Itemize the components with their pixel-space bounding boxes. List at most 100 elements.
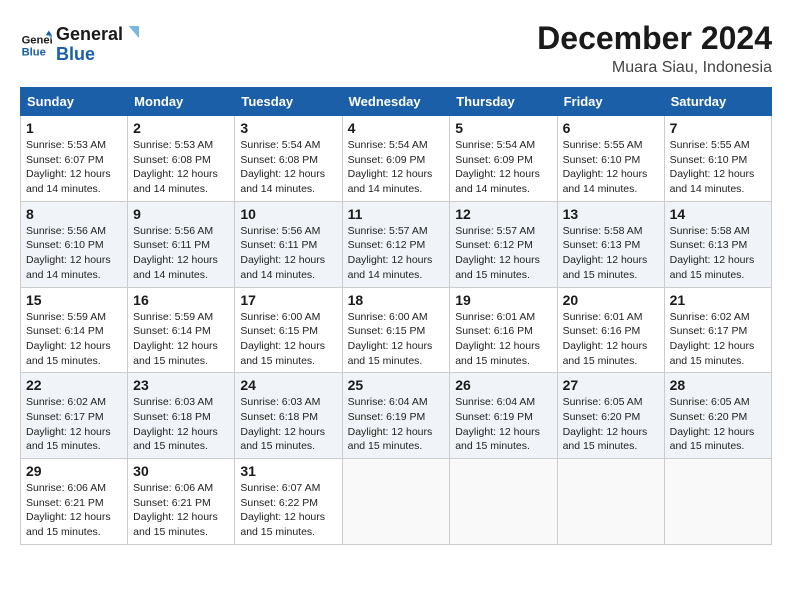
calendar-header-sunday: Sunday — [21, 88, 128, 116]
logo-icon: General Blue — [20, 29, 52, 61]
calendar-cell: 20 Sunrise: 6:01 AM Sunset: 6:16 PM Dayl… — [557, 287, 664, 373]
day-info: Sunrise: 5:57 AM Sunset: 6:12 PM Dayligh… — [348, 224, 445, 283]
day-info: Sunrise: 6:00 AM Sunset: 6:15 PM Dayligh… — [348, 310, 445, 369]
calendar-week-row: 1 Sunrise: 5:53 AM Sunset: 6:07 PM Dayli… — [21, 116, 772, 202]
calendar-cell: 10 Sunrise: 5:56 AM Sunset: 6:11 PM Dayl… — [235, 201, 342, 287]
day-number: 31 — [240, 463, 336, 479]
calendar-cell: 15 Sunrise: 5:59 AM Sunset: 6:14 PM Dayl… — [21, 287, 128, 373]
calendar-cell — [664, 459, 771, 545]
day-info: Sunrise: 6:02 AM Sunset: 6:17 PM Dayligh… — [670, 310, 766, 369]
title-area: December 2024 Muara Siau, Indonesia — [537, 20, 772, 77]
day-info: Sunrise: 6:04 AM Sunset: 6:19 PM Dayligh… — [455, 395, 551, 454]
day-info: Sunrise: 5:56 AM Sunset: 6:11 PM Dayligh… — [240, 224, 336, 283]
day-info: Sunrise: 5:54 AM Sunset: 6:09 PM Dayligh… — [455, 138, 551, 197]
day-info: Sunrise: 5:59 AM Sunset: 6:14 PM Dayligh… — [26, 310, 122, 369]
day-number: 12 — [455, 206, 551, 222]
calendar-cell: 31 Sunrise: 6:07 AM Sunset: 6:22 PM Dayl… — [235, 459, 342, 545]
day-number: 14 — [670, 206, 766, 222]
calendar-week-row: 15 Sunrise: 5:59 AM Sunset: 6:14 PM Dayl… — [21, 287, 772, 373]
calendar-cell: 8 Sunrise: 5:56 AM Sunset: 6:10 PM Dayli… — [21, 201, 128, 287]
svg-text:General: General — [22, 34, 52, 46]
day-number: 22 — [26, 377, 122, 393]
calendar-cell: 7 Sunrise: 5:55 AM Sunset: 6:10 PM Dayli… — [664, 116, 771, 202]
day-number: 16 — [133, 292, 229, 308]
calendar-cell: 5 Sunrise: 5:54 AM Sunset: 6:09 PM Dayli… — [450, 116, 557, 202]
day-info: Sunrise: 5:53 AM Sunset: 6:08 PM Dayligh… — [133, 138, 229, 197]
day-number: 11 — [348, 206, 445, 222]
calendar-header-thursday: Thursday — [450, 88, 557, 116]
day-number: 7 — [670, 120, 766, 136]
logo-arrow-icon — [119, 26, 139, 54]
day-number: 26 — [455, 377, 551, 393]
calendar-cell: 16 Sunrise: 5:59 AM Sunset: 6:14 PM Dayl… — [128, 287, 235, 373]
day-number: 21 — [670, 292, 766, 308]
calendar-cell: 11 Sunrise: 5:57 AM Sunset: 6:12 PM Dayl… — [342, 201, 450, 287]
day-number: 19 — [455, 292, 551, 308]
day-info: Sunrise: 5:58 AM Sunset: 6:13 PM Dayligh… — [670, 224, 766, 283]
logo-blue: Blue — [56, 45, 123, 65]
day-number: 18 — [348, 292, 445, 308]
day-number: 29 — [26, 463, 122, 479]
calendar-cell: 13 Sunrise: 5:58 AM Sunset: 6:13 PM Dayl… — [557, 201, 664, 287]
calendar-cell: 4 Sunrise: 5:54 AM Sunset: 6:09 PM Dayli… — [342, 116, 450, 202]
calendar-cell — [342, 459, 450, 545]
day-info: Sunrise: 5:59 AM Sunset: 6:14 PM Dayligh… — [133, 310, 229, 369]
calendar-cell: 21 Sunrise: 6:02 AM Sunset: 6:17 PM Dayl… — [664, 287, 771, 373]
day-number: 25 — [348, 377, 445, 393]
calendar-week-row: 22 Sunrise: 6:02 AM Sunset: 6:17 PM Dayl… — [21, 373, 772, 459]
day-info: Sunrise: 5:56 AM Sunset: 6:10 PM Dayligh… — [26, 224, 122, 283]
day-info: Sunrise: 5:55 AM Sunset: 6:10 PM Dayligh… — [670, 138, 766, 197]
day-info: Sunrise: 6:06 AM Sunset: 6:21 PM Dayligh… — [133, 481, 229, 540]
day-number: 20 — [563, 292, 659, 308]
day-info: Sunrise: 5:55 AM Sunset: 6:10 PM Dayligh… — [563, 138, 659, 197]
calendar-header-row: SundayMondayTuesdayWednesdayThursdayFrid… — [21, 88, 772, 116]
calendar-header-tuesday: Tuesday — [235, 88, 342, 116]
day-number: 3 — [240, 120, 336, 136]
calendar-cell: 22 Sunrise: 6:02 AM Sunset: 6:17 PM Dayl… — [21, 373, 128, 459]
calendar-week-row: 29 Sunrise: 6:06 AM Sunset: 6:21 PM Dayl… — [21, 459, 772, 545]
calendar-cell: 28 Sunrise: 6:05 AM Sunset: 6:20 PM Dayl… — [664, 373, 771, 459]
day-info: Sunrise: 6:01 AM Sunset: 6:16 PM Dayligh… — [455, 310, 551, 369]
day-info: Sunrise: 5:53 AM Sunset: 6:07 PM Dayligh… — [26, 138, 122, 197]
day-number: 5 — [455, 120, 551, 136]
calendar-cell: 17 Sunrise: 6:00 AM Sunset: 6:15 PM Dayl… — [235, 287, 342, 373]
day-info: Sunrise: 6:05 AM Sunset: 6:20 PM Dayligh… — [563, 395, 659, 454]
calendar-cell: 1 Sunrise: 5:53 AM Sunset: 6:07 PM Dayli… — [21, 116, 128, 202]
day-info: Sunrise: 5:58 AM Sunset: 6:13 PM Dayligh… — [563, 224, 659, 283]
page-subtitle: Muara Siau, Indonesia — [537, 59, 772, 77]
calendar-week-row: 8 Sunrise: 5:56 AM Sunset: 6:10 PM Dayli… — [21, 201, 772, 287]
day-info: Sunrise: 6:03 AM Sunset: 6:18 PM Dayligh… — [240, 395, 336, 454]
calendar-cell: 26 Sunrise: 6:04 AM Sunset: 6:19 PM Dayl… — [450, 373, 557, 459]
day-number: 23 — [133, 377, 229, 393]
day-number: 13 — [563, 206, 659, 222]
svg-text:Blue: Blue — [22, 46, 46, 58]
day-info: Sunrise: 6:01 AM Sunset: 6:16 PM Dayligh… — [563, 310, 659, 369]
calendar-cell: 25 Sunrise: 6:04 AM Sunset: 6:19 PM Dayl… — [342, 373, 450, 459]
day-info: Sunrise: 6:02 AM Sunset: 6:17 PM Dayligh… — [26, 395, 122, 454]
day-info: Sunrise: 5:54 AM Sunset: 6:09 PM Dayligh… — [348, 138, 445, 197]
calendar-cell: 23 Sunrise: 6:03 AM Sunset: 6:18 PM Dayl… — [128, 373, 235, 459]
day-number: 2 — [133, 120, 229, 136]
day-info: Sunrise: 6:07 AM Sunset: 6:22 PM Dayligh… — [240, 481, 336, 540]
calendar-table: SundayMondayTuesdayWednesdayThursdayFrid… — [20, 87, 772, 545]
day-number: 28 — [670, 377, 766, 393]
day-number: 27 — [563, 377, 659, 393]
calendar-cell — [557, 459, 664, 545]
day-info: Sunrise: 6:03 AM Sunset: 6:18 PM Dayligh… — [133, 395, 229, 454]
day-number: 9 — [133, 206, 229, 222]
day-number: 24 — [240, 377, 336, 393]
calendar-cell: 19 Sunrise: 6:01 AM Sunset: 6:16 PM Dayl… — [450, 287, 557, 373]
calendar-cell: 24 Sunrise: 6:03 AM Sunset: 6:18 PM Dayl… — [235, 373, 342, 459]
day-info: Sunrise: 6:04 AM Sunset: 6:19 PM Dayligh… — [348, 395, 445, 454]
calendar-cell: 12 Sunrise: 5:57 AM Sunset: 6:12 PM Dayl… — [450, 201, 557, 287]
day-number: 15 — [26, 292, 122, 308]
calendar-cell: 29 Sunrise: 6:06 AM Sunset: 6:21 PM Dayl… — [21, 459, 128, 545]
calendar-cell: 27 Sunrise: 6:05 AM Sunset: 6:20 PM Dayl… — [557, 373, 664, 459]
calendar-cell: 18 Sunrise: 6:00 AM Sunset: 6:15 PM Dayl… — [342, 287, 450, 373]
day-info: Sunrise: 5:56 AM Sunset: 6:11 PM Dayligh… — [133, 224, 229, 283]
day-number: 10 — [240, 206, 336, 222]
day-info: Sunrise: 6:06 AM Sunset: 6:21 PM Dayligh… — [26, 481, 122, 540]
calendar-cell: 30 Sunrise: 6:06 AM Sunset: 6:21 PM Dayl… — [128, 459, 235, 545]
calendar-header-monday: Monday — [128, 88, 235, 116]
day-number: 17 — [240, 292, 336, 308]
